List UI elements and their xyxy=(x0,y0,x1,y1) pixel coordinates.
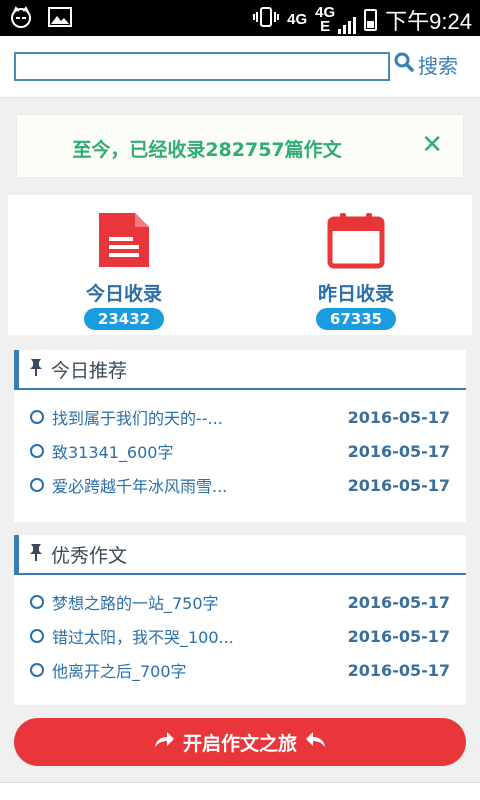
item-title: 梦想之路的一站_750字 xyxy=(52,594,219,613)
pin-icon xyxy=(29,358,43,381)
list-item[interactable]: 错过太阳，我不哭_100... 2016-05-17 xyxy=(14,619,466,653)
search-button-label: 搜索 xyxy=(418,54,458,78)
status-bar: 4G 4G E 下午9:24 xyxy=(0,0,480,36)
list-item[interactable]: 梦想之路的一站_750字 2016-05-17 xyxy=(14,585,466,619)
recommend-section: 今日推荐 找到属于我们的天的--... 2016-05-17 致31341_60… xyxy=(14,350,466,522)
list-item[interactable]: 找到属于我们的天的--... 2016-05-17 xyxy=(14,400,466,434)
item-title: 找到属于我们的天的--... xyxy=(52,409,223,428)
document-icon xyxy=(97,213,151,273)
net-label-1: 4G xyxy=(287,11,308,28)
image-icon xyxy=(48,7,72,31)
item-date: 2016-05-17 xyxy=(347,407,450,427)
signal-4g-icon: 4G xyxy=(287,11,308,28)
bottom-divider xyxy=(0,782,480,800)
circle-bullet-icon xyxy=(30,663,44,677)
pin-icon xyxy=(29,543,43,566)
section-title: 优秀作文 xyxy=(51,544,128,567)
yesterday-stat[interactable]: 昨日收录 67335 xyxy=(276,211,436,330)
net-label-3: E xyxy=(320,18,331,35)
status-bar-right: 4G 4G E 下午9:24 xyxy=(253,4,472,36)
search-input[interactable] xyxy=(14,52,390,81)
article-list: 梦想之路的一站_750字 2016-05-17 错过太阳，我不哭_100... … xyxy=(14,575,466,687)
list-item[interactable]: 致31341_600字 2016-05-17 xyxy=(14,434,466,468)
status-bar-left xyxy=(8,6,72,32)
signal-4g-e-icon: 4G E xyxy=(315,5,357,35)
close-icon[interactable]: ✕ xyxy=(421,131,443,159)
list-item[interactable]: 爱必跨越千年冰风雨雪... 2016-05-17 xyxy=(14,468,466,502)
signal-bars xyxy=(338,16,357,34)
item-date: 2016-05-17 xyxy=(347,626,450,646)
vibrate-icon xyxy=(253,6,280,34)
circle-bullet-icon xyxy=(30,444,44,458)
notice-text: 至今，已经收录282757篇作文 xyxy=(72,139,342,161)
item-date: 2016-05-17 xyxy=(347,592,450,612)
excellent-section: 优秀作文 梦想之路的一站_750字 2016-05-17 错过太阳，我不哭_10… xyxy=(14,535,466,705)
item-date: 2016-05-17 xyxy=(347,475,450,495)
yesterday-count-badge: 67335 xyxy=(315,308,397,330)
search-bar: 搜索 xyxy=(0,36,480,98)
item-title: 他离开之后_700字 xyxy=(52,662,187,681)
battery-icon xyxy=(364,9,378,31)
article-list: 找到属于我们的天的--... 2016-05-17 致31341_600字 20… xyxy=(14,390,466,502)
circle-bullet-icon xyxy=(30,410,44,424)
circle-bullet-icon xyxy=(30,629,44,643)
section-header: 今日推荐 xyxy=(14,350,466,390)
collection-notice: 至今，已经收录282757篇作文 ✕ xyxy=(16,114,464,178)
item-title: 爱必跨越千年冰风雨雪... xyxy=(52,477,228,496)
item-date: 2016-05-17 xyxy=(347,660,450,680)
yesterday-stat-label: 昨日收录 xyxy=(317,283,394,305)
item-date: 2016-05-17 xyxy=(347,441,450,461)
share-arrow-icon xyxy=(153,731,175,754)
search-button[interactable]: 搜索 xyxy=(394,50,458,79)
cat-face-icon xyxy=(8,6,34,32)
calendar-icon xyxy=(327,213,385,273)
cta-label: 开启作文之旅 xyxy=(182,732,297,755)
stats-panel: 今日收录 23432 昨日收录 67335 xyxy=(8,195,472,335)
start-writing-button[interactable]: 开启作文之旅 xyxy=(14,718,466,766)
circle-bullet-icon xyxy=(30,595,44,609)
circle-bullet-icon xyxy=(30,478,44,492)
search-icon xyxy=(394,52,414,77)
section-header: 优秀作文 xyxy=(14,535,466,575)
today-count-badge: 23432 xyxy=(83,308,165,330)
list-item[interactable]: 他离开之后_700字 2016-05-17 xyxy=(14,653,466,687)
today-stat-label: 今日收录 xyxy=(85,283,162,305)
item-title: 致31341_600字 xyxy=(52,443,174,462)
item-title: 错过太阳，我不哭_100... xyxy=(52,628,234,647)
clock: 下午9:24 xyxy=(385,9,472,34)
section-title: 今日推荐 xyxy=(51,359,128,382)
reply-arrow-icon xyxy=(305,731,327,754)
today-stat[interactable]: 今日收录 23432 xyxy=(44,211,204,330)
